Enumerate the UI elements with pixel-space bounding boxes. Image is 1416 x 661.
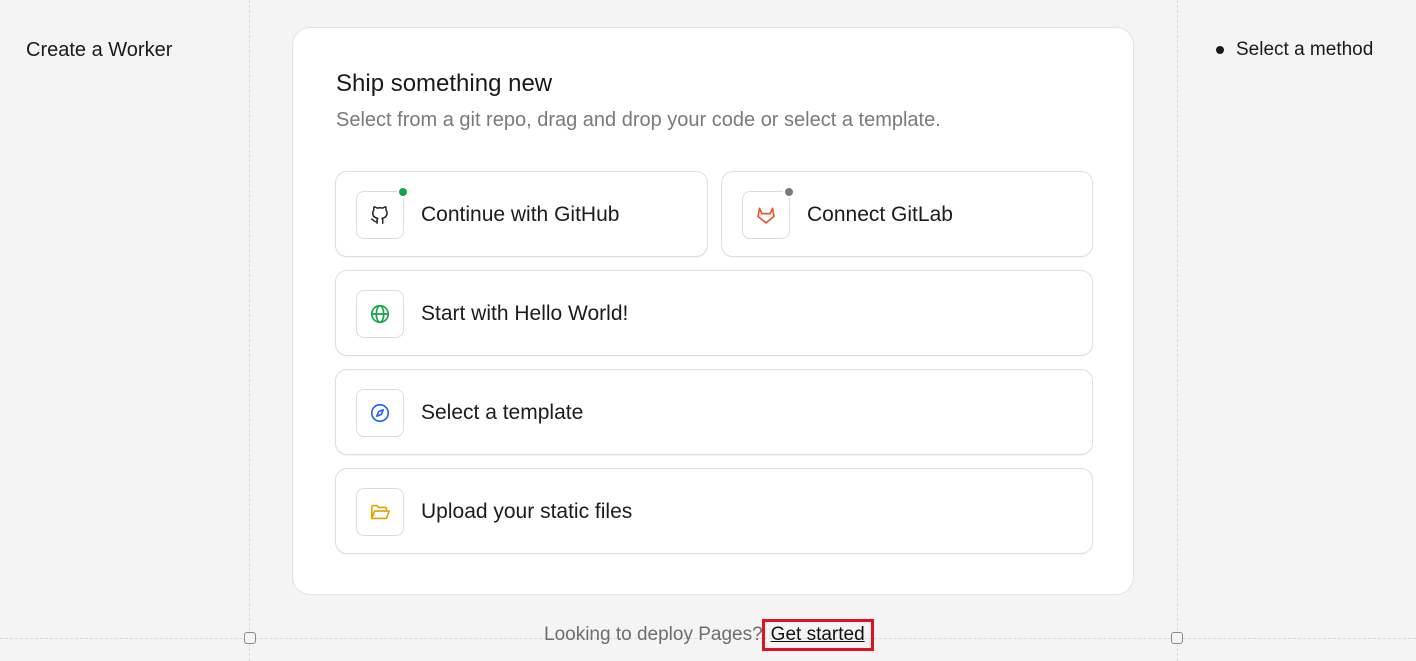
github-status-dot [397,186,409,198]
connect-gitlab-button[interactable]: Connect GitLab [721,171,1093,257]
page: Create a Worker Select a method Ship som… [0,0,1416,661]
step-indicator: Select a method [1216,39,1373,61]
compass-icon-box [356,389,404,437]
continue-with-github-button[interactable]: Continue with GitHub [335,171,708,257]
template-label: Select a template [421,401,584,424]
card-title: Ship something new [336,70,553,97]
gitlab-icon-box [742,186,795,239]
gitlab-label: Connect GitLab [807,203,953,226]
card-subtitle: Select from a git repo, drag and drop yo… [336,109,941,131]
globe-icon-box [356,290,404,338]
guide-line-right [1177,0,1178,661]
upload-label: Upload your static files [421,500,633,523]
folder-icon [370,504,390,520]
corner-handle-right [1171,632,1183,644]
pages-footer: Looking to deploy Pages? Get started [544,619,874,651]
pages-prompt-text: Looking to deploy Pages? [544,624,763,645]
corner-handle-left [244,632,256,644]
globe-icon [370,304,390,324]
start-hello-world-button[interactable]: Start with Hello World! [335,270,1093,356]
gitlab-status-dot [783,186,795,198]
upload-static-files-button[interactable]: Upload your static files [335,468,1093,554]
guide-line-left [249,0,250,661]
github-icon [371,206,388,224]
step-label: Select a method [1236,39,1374,60]
step-bullet-icon [1216,46,1224,54]
select-template-button[interactable]: Select a template [335,369,1093,455]
method-card: Ship something new Select from a git rep… [292,27,1134,595]
gitlab-icon [757,207,775,224]
hello-world-label: Start with Hello World! [421,302,629,325]
github-icon-box [356,186,409,239]
page-title: Create a Worker [26,39,173,61]
get-started-link[interactable]: Get started [761,619,874,651]
compass-icon [370,403,390,423]
github-label: Continue with GitHub [421,203,620,226]
folder-icon-box [356,488,404,536]
